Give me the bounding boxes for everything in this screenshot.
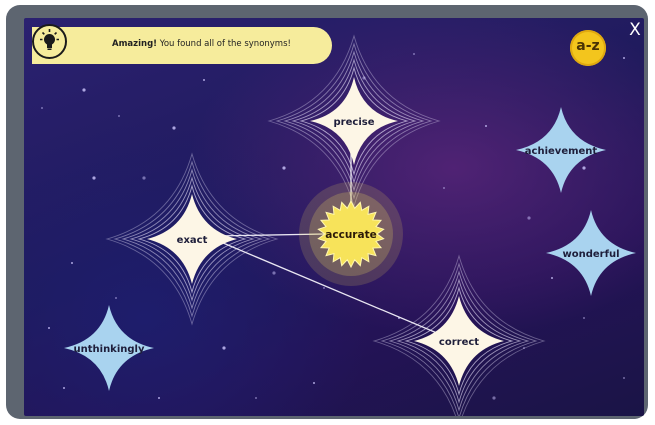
star (222, 346, 226, 350)
star (551, 277, 553, 279)
az-badge-button[interactable]: a-z (570, 30, 606, 66)
word-label: correct (439, 337, 479, 348)
star (115, 297, 117, 299)
word-label: precise (334, 117, 375, 128)
star (582, 166, 586, 170)
feedback-text: You found all of the synonyms! (159, 39, 291, 49)
star (82, 88, 86, 92)
star (63, 387, 65, 389)
star (203, 79, 205, 81)
star (323, 287, 325, 289)
word-label: exact (177, 235, 208, 246)
star (492, 396, 496, 400)
star (142, 176, 146, 180)
star (313, 382, 315, 384)
lightbulb-icon (40, 29, 59, 50)
word-card-achievement[interactable]: achievement (516, 107, 606, 193)
star (255, 397, 257, 399)
star (118, 115, 120, 117)
star (282, 166, 286, 170)
star (623, 57, 625, 59)
word-card-correct[interactable]: correct (414, 296, 504, 386)
star (71, 262, 73, 264)
game-stage: precise exact correct achievement wonder… (24, 18, 644, 416)
close-button[interactable]: X (626, 20, 644, 40)
game-frame: precise exact correct achievement wonder… (6, 5, 648, 419)
az-badge-icon: a-z (576, 38, 600, 54)
word-label: unthinkingly (74, 344, 145, 355)
word-label: wonderful (563, 249, 620, 260)
word-label: achievement (525, 146, 598, 157)
word-card-wonderful[interactable]: wonderful (546, 210, 636, 296)
hint-button[interactable] (32, 24, 67, 59)
word-card-exact[interactable]: exact (147, 194, 237, 284)
word-card-unthinkingly[interactable]: unthinkingly (64, 305, 154, 391)
star (413, 53, 415, 55)
feedback-strong: Amazing! (112, 39, 158, 49)
star-field: precise exact correct achievement wonder… (41, 34, 636, 416)
star (443, 187, 445, 189)
center-word-sun: accurate (299, 182, 403, 286)
feedback-banner: Amazing! You found all of the synonyms! (32, 27, 332, 64)
center-word-label: accurate (325, 229, 376, 241)
close-icon: X (629, 20, 641, 40)
feedback-message: Amazing! You found all of the synonyms! (112, 39, 291, 49)
star (623, 377, 625, 379)
star (158, 397, 160, 399)
star (172, 126, 176, 130)
star (272, 271, 276, 275)
star (583, 317, 585, 319)
star (485, 125, 487, 127)
star (92, 176, 96, 180)
star (48, 327, 50, 329)
star (41, 107, 43, 109)
star (527, 216, 531, 220)
